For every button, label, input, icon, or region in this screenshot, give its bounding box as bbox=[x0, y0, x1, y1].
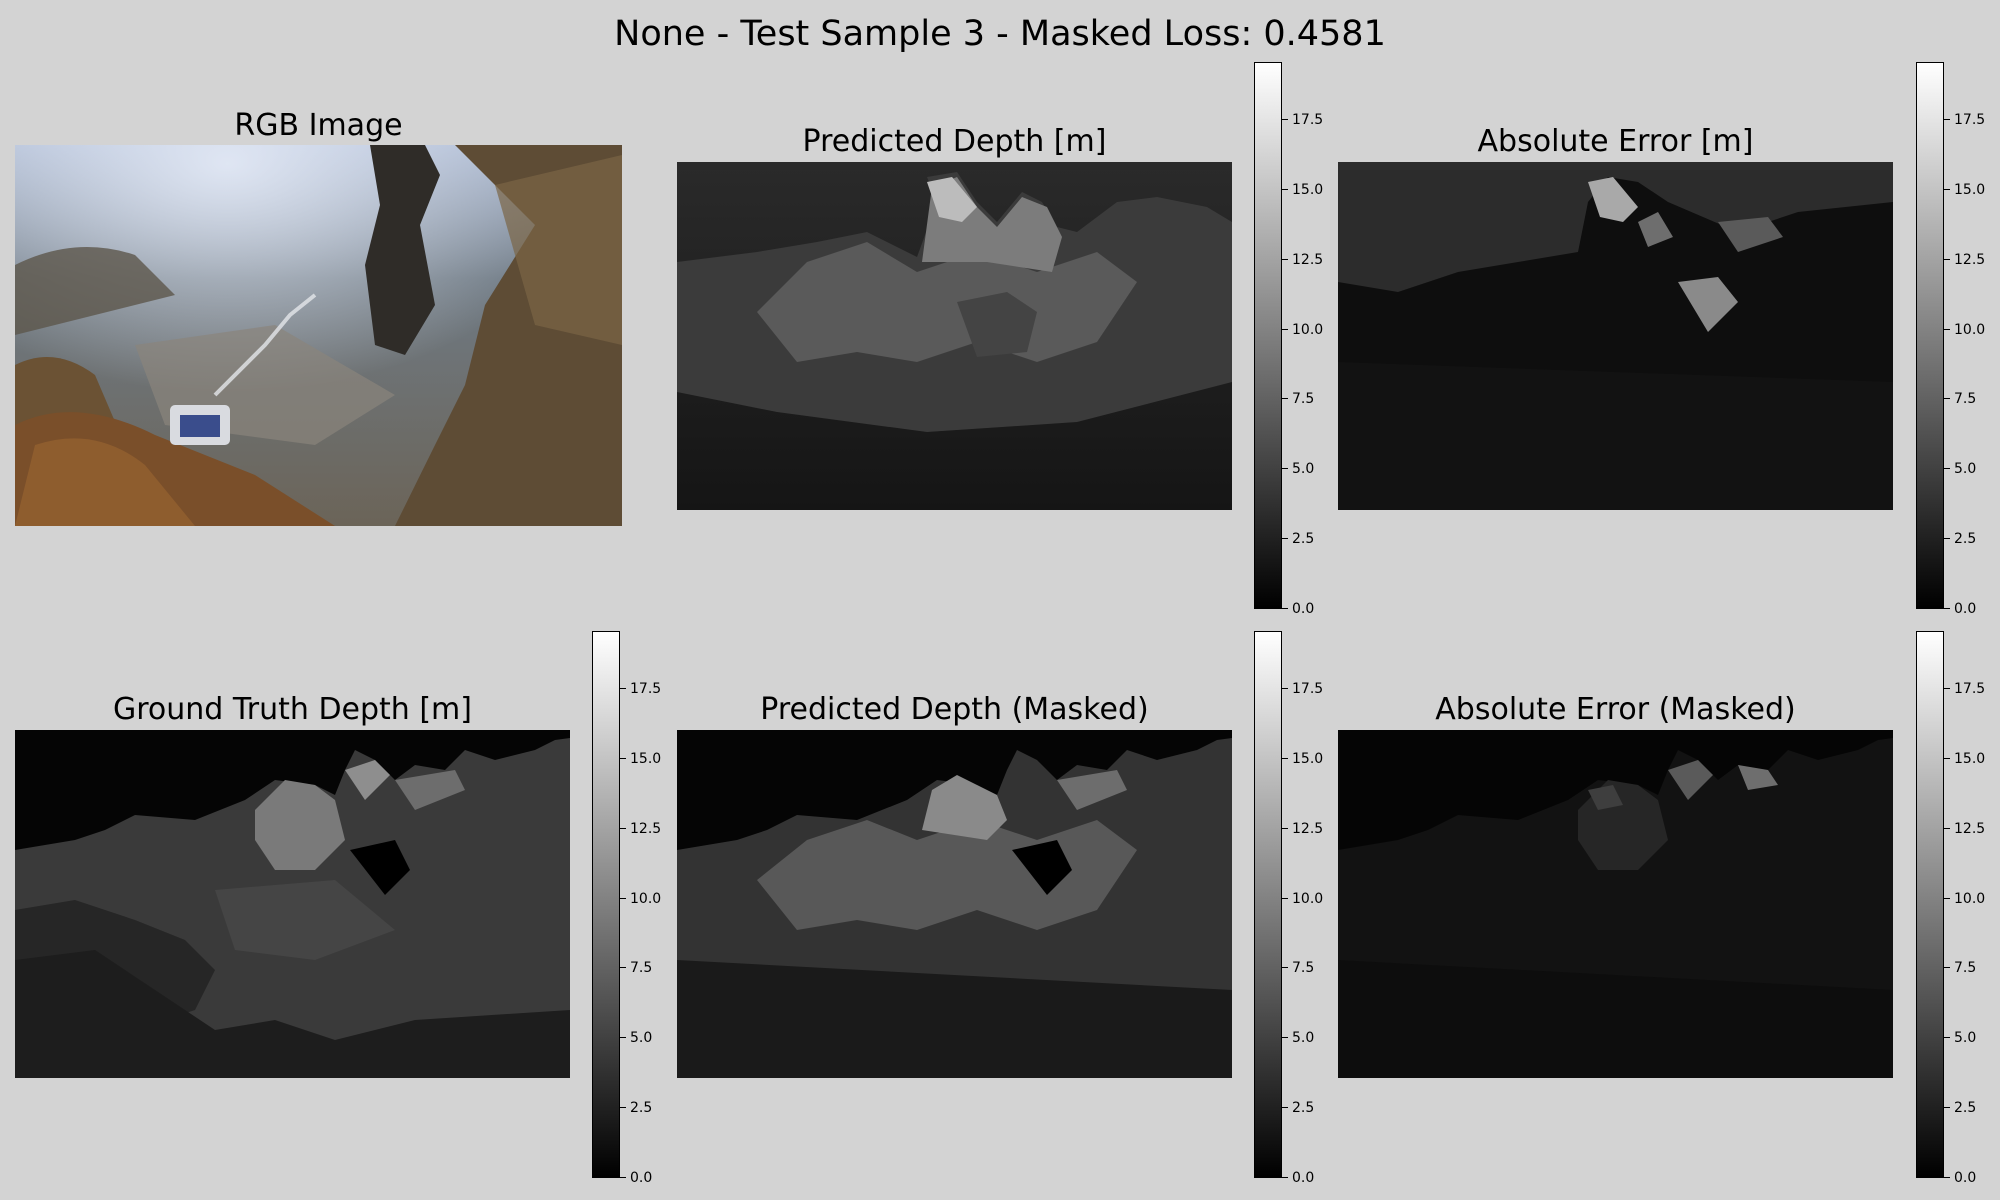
tick-label: 12.5 bbox=[630, 821, 662, 837]
colorbar-absolute-error-masked bbox=[1916, 631, 1944, 1178]
tick-label: 15.0 bbox=[1954, 182, 1986, 198]
figure-title: None - Test Sample 3 - Masked Loss: 0.45… bbox=[614, 14, 1386, 54]
tick-label: 7.5 bbox=[1292, 960, 1315, 976]
tick-label: 5.0 bbox=[1954, 1030, 1977, 1046]
tick-label: 17.5 bbox=[1954, 112, 1986, 128]
ground-truth-depth-image bbox=[15, 730, 570, 1078]
tick-label: 17.5 bbox=[1954, 681, 1986, 697]
rgb-image-title: RGB Image bbox=[234, 108, 403, 143]
tick-label: 2.5 bbox=[1954, 1100, 1977, 1116]
tick-label: 15.0 bbox=[630, 751, 662, 767]
tick-label: 10.0 bbox=[1292, 322, 1324, 338]
tick-label: 2.5 bbox=[630, 1100, 653, 1116]
tick-label: 7.5 bbox=[1954, 960, 1977, 976]
absolute-error-title: Absolute Error [m] bbox=[1477, 124, 1754, 159]
tick-label: 12.5 bbox=[1954, 252, 1986, 268]
tick-label: 15.0 bbox=[1954, 751, 1986, 767]
tick-label: 10.0 bbox=[1954, 891, 1986, 907]
predicted-depth-masked-image bbox=[677, 730, 1232, 1078]
tick-label: 5.0 bbox=[1954, 461, 1977, 477]
tick-label: 15.0 bbox=[1292, 182, 1324, 198]
tick-label: 5.0 bbox=[1292, 1030, 1315, 1046]
tick-label: 17.5 bbox=[1292, 681, 1324, 697]
colorbar-ground-truth-depth bbox=[592, 631, 620, 1178]
tick-label: 0.0 bbox=[630, 1170, 653, 1186]
colorbar-predicted-depth bbox=[1254, 62, 1282, 609]
predicted-depth-title: Predicted Depth [m] bbox=[802, 124, 1107, 159]
tick-label: 17.5 bbox=[630, 681, 662, 697]
tick-label: 0.0 bbox=[1954, 1170, 1977, 1186]
tick-label: 12.5 bbox=[1954, 821, 1986, 837]
tick-label: 7.5 bbox=[1954, 391, 1977, 407]
tick-label: 5.0 bbox=[1292, 461, 1315, 477]
colorbar-predicted-depth-masked bbox=[1254, 631, 1282, 1178]
colorbar-absolute-error bbox=[1916, 62, 1944, 609]
tick-label: 12.5 bbox=[1292, 821, 1324, 837]
tick-label: 7.5 bbox=[630, 960, 653, 976]
tick-label: 7.5 bbox=[1292, 391, 1315, 407]
tick-label: 2.5 bbox=[1954, 531, 1977, 547]
tick-label: 0.0 bbox=[1292, 601, 1315, 617]
tick-label: 0.0 bbox=[1954, 601, 1977, 617]
ground-truth-depth-title: Ground Truth Depth [m] bbox=[112, 692, 472, 727]
tick-label: 10.0 bbox=[1292, 891, 1324, 907]
tick-label: 10.0 bbox=[1954, 322, 1986, 338]
tick-label: 2.5 bbox=[1292, 531, 1315, 547]
absolute-error-image bbox=[1338, 162, 1893, 510]
rgb-image bbox=[15, 145, 622, 526]
tick-label: 15.0 bbox=[1292, 751, 1324, 767]
predicted-depth-masked-title: Predicted Depth (Masked) bbox=[760, 692, 1149, 727]
tick-label: 5.0 bbox=[630, 1030, 653, 1046]
tick-label: 2.5 bbox=[1292, 1100, 1315, 1116]
predicted-depth-image bbox=[677, 162, 1232, 510]
tick-label: 12.5 bbox=[1292, 252, 1324, 268]
absolute-error-masked-image bbox=[1338, 730, 1893, 1078]
tick-label: 0.0 bbox=[1292, 1170, 1315, 1186]
tick-label: 17.5 bbox=[1292, 112, 1324, 128]
tick-label: 10.0 bbox=[630, 891, 662, 907]
absolute-error-masked-title: Absolute Error (Masked) bbox=[1435, 692, 1796, 727]
